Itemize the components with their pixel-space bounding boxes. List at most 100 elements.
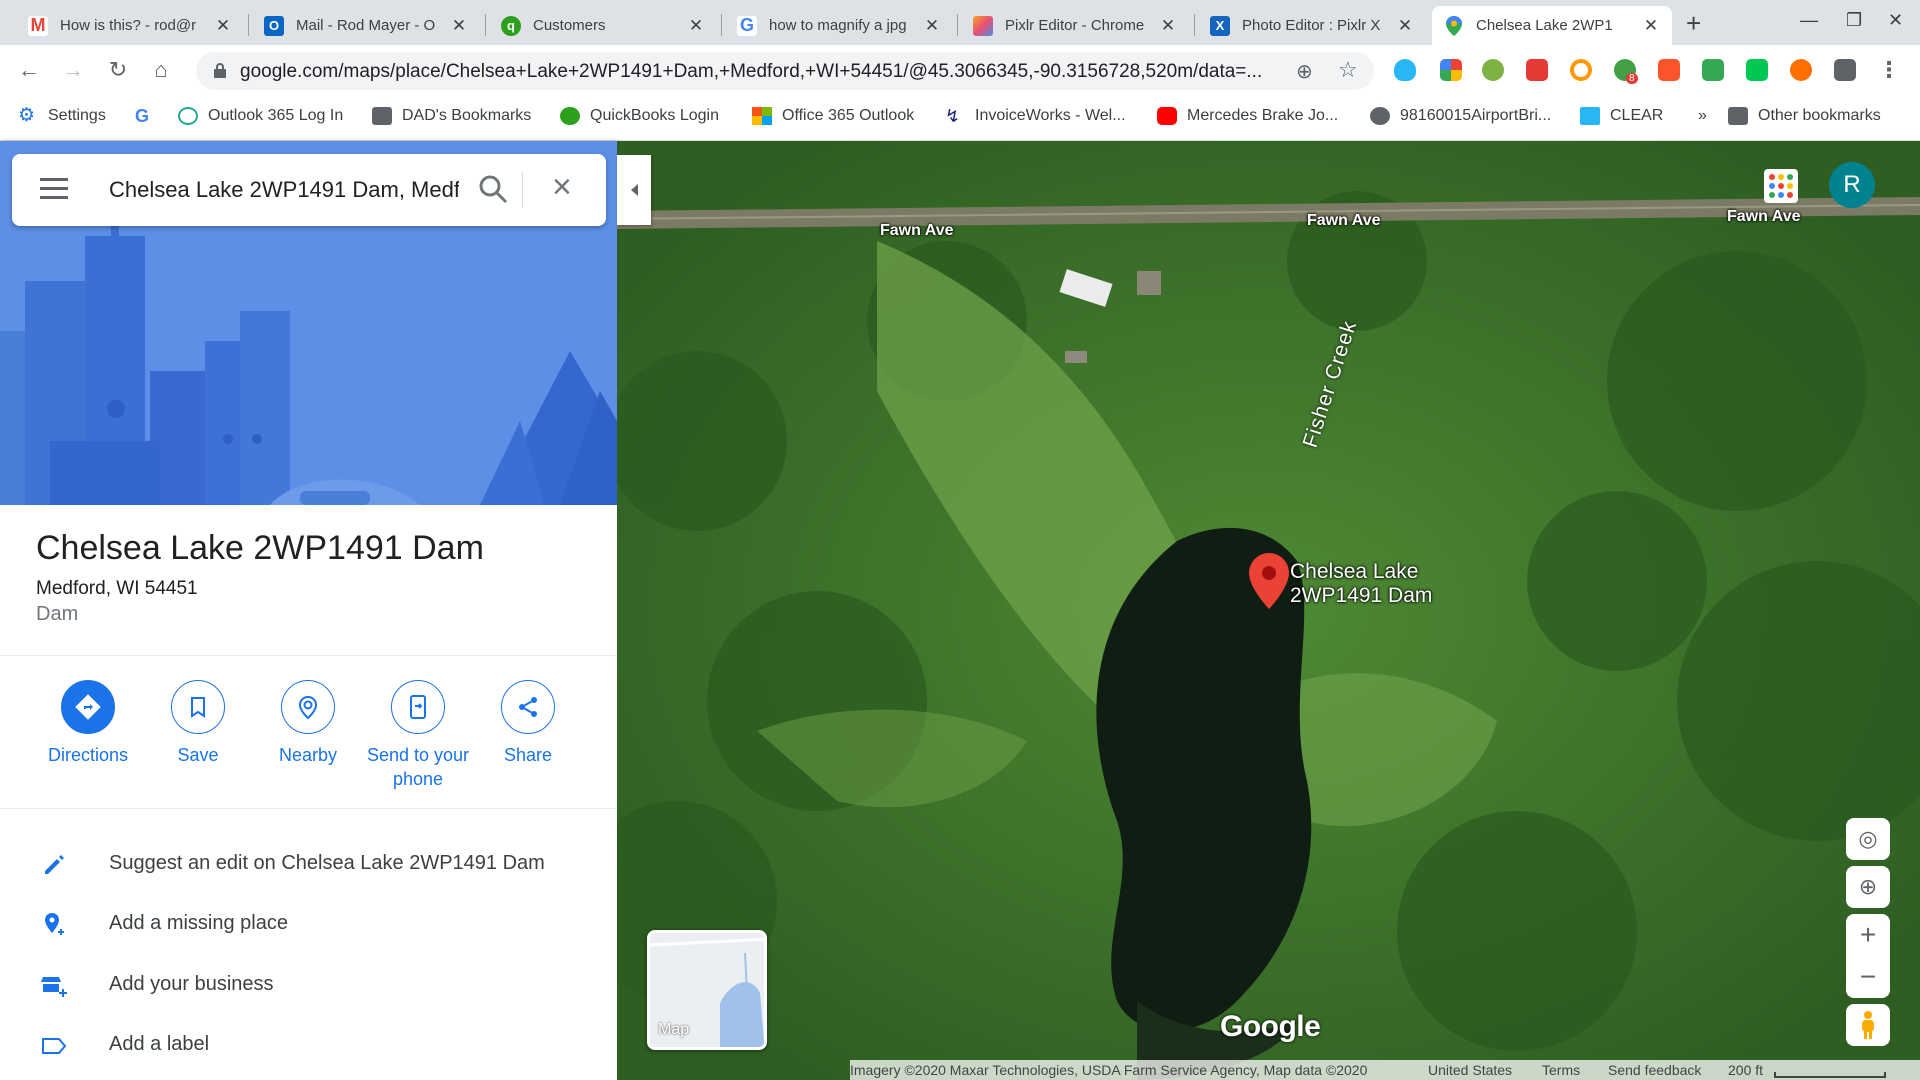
invoiceworks-icon: ↯ [945,106,961,126]
extension-badge: 8 [1626,73,1638,84]
facetime-extension-icon[interactable] [1746,59,1768,81]
zoom-in-button[interactable]: + [1846,914,1890,956]
address-bar[interactable]: google.com/maps/place/Chelsea+Lake+2WP14… [196,52,1374,90]
home-icon[interactable]: ⌂ [146,57,176,83]
pegman-icon[interactable] [1846,1004,1890,1046]
send-to-phone-icon [391,680,445,734]
bird-extension-icon[interactable] [1482,59,1504,81]
close-window-icon[interactable]: ✕ [1888,10,1903,31]
collapse-panel-button[interactable] [617,155,651,225]
bookmark-mercedes[interactable]: Mercedes Brake Jo... [1157,107,1338,125]
satellite-map[interactable]: Fawn Ave Fawn Ave Fawn Ave [617,141,1920,1080]
country-link[interactable]: United States [1428,1062,1512,1078]
forward-icon[interactable]: → [58,57,88,83]
google-icon: G [737,15,757,36]
tab-outlook[interactable]: O Mail - Rod Mayer - O ✕ [252,6,480,45]
clear-search-icon[interactable]: × [552,168,572,207]
back-icon[interactable]: ← [14,57,44,83]
gear-icon: ⚙ [18,105,36,126]
grid-extension-icon[interactable] [1440,59,1462,81]
bookmarks-overflow[interactable]: » [1698,107,1707,125]
google-logo: Google [1220,1010,1321,1043]
tab-google-maps[interactable]: Chelsea Lake 2WP1 ✕ [1432,6,1672,45]
outlook-icon: O [264,15,284,36]
road-label-fawn-ave: Fawn Ave [1727,208,1801,225]
speed-extension-icon[interactable] [1570,59,1592,81]
bookmark-dads-folder[interactable]: DAD's Bookmarks [372,107,531,125]
add-business-link[interactable]: Add your business [0,962,617,1010]
bookmark-invoiceworks[interactable]: ↯ InvoiceWorks - Wel... [945,107,1126,125]
scale-label[interactable]: 200 ft [1728,1062,1763,1078]
suggest-edit-link[interactable]: Suggest an edit on Chelsea Lake 2WP1491 … [0,841,617,889]
microsoft-icon [752,107,772,125]
close-tab-icon[interactable]: ✕ [1642,16,1660,36]
add-missing-place-link[interactable]: Add a missing place [0,901,617,949]
zoom-icon[interactable]: ⊕ [1296,59,1313,84]
share-button[interactable]: Share [468,680,588,767]
pixlr-icon [973,15,993,36]
send-feedback-link[interactable]: Send feedback [1608,1062,1701,1078]
add-business-icon [41,977,67,997]
globe-icon [1370,107,1390,125]
new-tab-button[interactable]: + [1686,8,1701,39]
tab-separator [1194,14,1195,36]
terms-link[interactable]: Terms [1542,1062,1580,1078]
zoom-out-button[interactable]: − [1846,956,1890,998]
scale-bar [1774,1072,1886,1078]
account-avatar[interactable]: R [1829,162,1875,208]
search-input[interactable]: Chelsea Lake 2WP1491 Dam, Medford, WI [109,177,459,203]
cloud-extension-icon[interactable] [1394,59,1416,81]
place-pin-icon[interactable] [1249,553,1289,609]
nearby-icon [281,680,335,734]
save-button[interactable]: Save [138,680,258,767]
globe-view-icon[interactable]: ◎ [1846,818,1890,860]
restore-icon[interactable]: ❐ [1846,10,1862,31]
bookmark-label: InvoiceWorks - Wel... [975,107,1126,124]
search-box[interactable]: Chelsea Lake 2WP1491 Dam, Medford, WI × [12,154,606,226]
google-apps-icon[interactable] [1764,169,1798,203]
lock-icon [214,63,226,78]
close-tab-icon[interactable]: ✕ [450,16,468,36]
tab-pixlr-editor[interactable]: Pixlr Editor - Chrome ✕ [961,6,1189,45]
puzzle-extension-icon[interactable] [1834,59,1856,81]
bookmark-other-folder[interactable]: Other bookmarks [1728,107,1881,125]
screen-extension-icon[interactable] [1702,59,1724,81]
my-location-icon[interactable]: ⊕ [1846,866,1890,908]
tab-separator [957,14,958,36]
bookmark-label: CLEAR [1610,107,1664,124]
bookmark-settings[interactable]: ⚙ Settings [18,105,106,126]
bookmark-office-365[interactable]: Office 365 Outlook [752,107,914,125]
directions-button[interactable]: Directions [28,680,148,767]
pdf-extension-icon[interactable] [1526,59,1548,81]
nearby-button[interactable]: Nearby [248,680,368,767]
firefox-extension-icon[interactable] [1790,59,1812,81]
bookmark-clear[interactable]: CLEAR [1580,107,1663,125]
close-tab-icon[interactable]: ✕ [214,16,232,36]
more-menu-icon[interactable]: ⋮ [1874,57,1904,83]
close-tab-icon[interactable]: ✕ [923,16,941,36]
brave-icon[interactable] [1658,59,1680,81]
bookmark-outlook-365[interactable]: Outlook 365 Log In [178,107,343,125]
attribution-text: Imagery ©2020 Maxar Technologies, USDA F… [850,1062,1368,1078]
tab-google-search[interactable]: G how to magnify a jpg ✕ [725,6,953,45]
send-to-phone-button[interactable]: Send to your phone [358,680,478,791]
folder-icon [372,107,392,125]
close-tab-icon[interactable]: ✕ [687,16,705,36]
tab-gmail[interactable]: M How is this? - rod@r ✕ [16,6,244,45]
search-icon[interactable] [478,174,508,204]
bookmark-star-icon[interactable]: ☆ [1338,57,1358,83]
clear-icon [1580,107,1600,125]
tab-pixlr-x[interactable]: X Photo Editor : Pixlr X ✕ [1198,6,1426,45]
close-tab-icon[interactable]: ✕ [1159,16,1177,36]
pin-label-line: 2WP1491 Dam [1290,584,1433,607]
bookmark-quickbooks[interactable]: QuickBooks Login [560,107,719,125]
close-tab-icon[interactable]: ✕ [1396,16,1414,36]
tab-customers[interactable]: q Customers ✕ [489,6,717,45]
bookmark-airport[interactable]: 98160015AirportBri... [1370,107,1551,125]
map-layer-toggle[interactable]: Map [647,930,767,1050]
hamburger-menu-icon[interactable] [40,178,68,200]
minimize-icon[interactable]: — [1800,10,1818,31]
add-label-link[interactable]: Add a label [0,1022,617,1070]
bookmark-google[interactable]: G [135,107,165,125]
reload-icon[interactable]: ↻ [103,57,133,83]
